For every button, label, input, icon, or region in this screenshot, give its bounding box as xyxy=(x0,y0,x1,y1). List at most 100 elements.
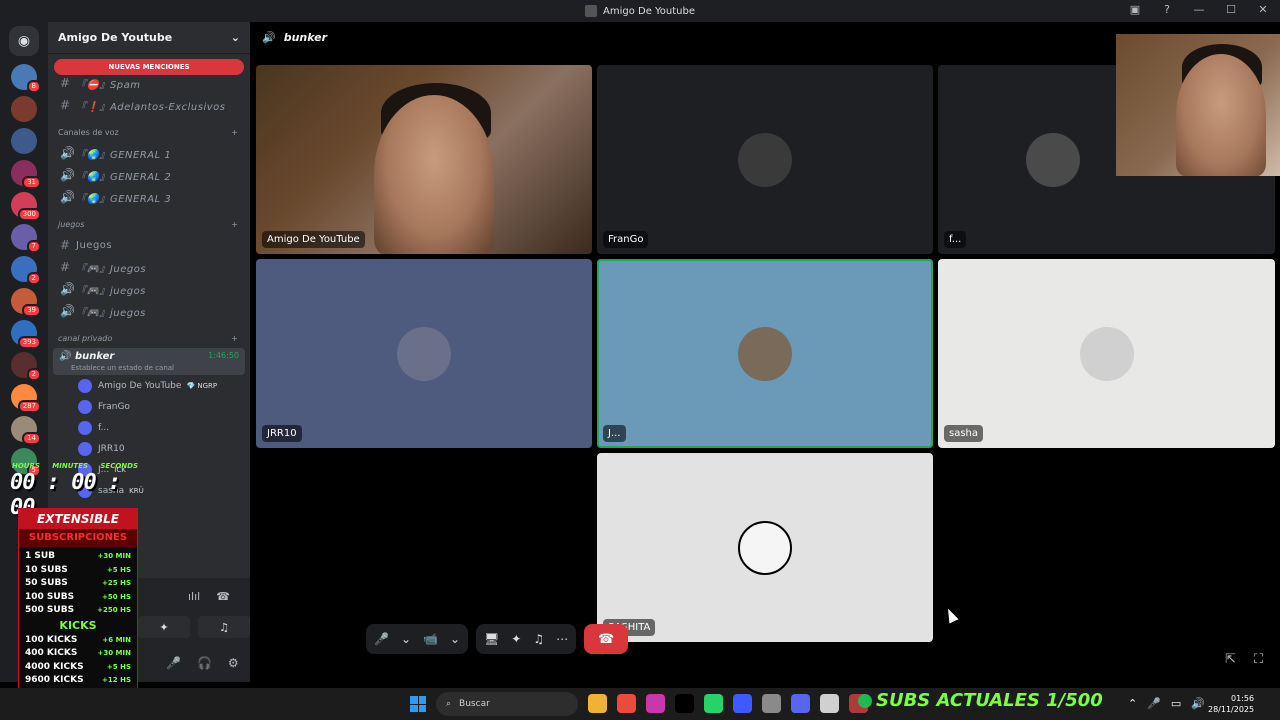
voice-channel-juegos-1[interactable]: 🔊 『🎮』juegos xyxy=(48,278,250,300)
channel-juegos[interactable]: # Juegos xyxy=(48,234,250,256)
hash-icon: # xyxy=(60,98,71,112)
soundboard-button[interactable]: ♫ xyxy=(198,616,250,638)
chevron-down-icon[interactable]: ⌄ xyxy=(450,632,460,646)
server-icon[interactable]: 8 xyxy=(11,64,41,93)
server-icon[interactable]: 287 xyxy=(11,384,41,413)
server-icon[interactable]: 7 xyxy=(11,224,41,253)
server-icon[interactable]: 393 xyxy=(11,320,41,349)
speaker-icon: 🔊 xyxy=(60,168,76,182)
server-icon[interactable]: 14 xyxy=(11,416,41,445)
server-icon[interactable]: 39 xyxy=(11,288,41,317)
spotify-icon[interactable] xyxy=(858,693,872,708)
inbox-icon[interactable]: ▣ xyxy=(1128,3,1142,16)
close-button[interactable]: ✕ xyxy=(1256,3,1270,16)
participant-tile-frango[interactable]: FranGo xyxy=(597,65,933,254)
plus-icon[interactable]: + xyxy=(231,128,238,137)
channel-juegos-2[interactable]: # 『🎮』Juegos xyxy=(48,256,250,278)
server-icon[interactable]: 31 xyxy=(11,160,41,189)
windows-start-icon[interactable] xyxy=(410,696,426,712)
server-icon[interactable]: 300 xyxy=(11,192,41,221)
plus-icon[interactable]: + xyxy=(231,220,238,229)
taskbar-app-icon[interactable] xyxy=(791,694,810,713)
maximize-button[interactable]: ☐ xyxy=(1224,3,1238,16)
chevron-down-icon[interactable]: ⌄ xyxy=(401,632,411,646)
mic-icon[interactable]: 🎤 xyxy=(1147,697,1161,710)
fullscreen-icon[interactable]: ⛶ xyxy=(1254,652,1263,667)
taskbar-app-icon[interactable] xyxy=(675,694,694,713)
voice-channel-bunker[interactable]: 🔊 bunker 1:46:50 Establece un estado de … xyxy=(53,348,245,375)
category-label: juegos xyxy=(58,219,85,229)
server-icon[interactable]: 2 xyxy=(11,352,41,381)
camera-toggle-icon[interactable]: 📹 xyxy=(423,632,438,646)
leave-call-button[interactable]: ☎ xyxy=(584,624,629,654)
kick-tier-label: 100 KICKS xyxy=(25,634,78,645)
plus-icon[interactable]: + xyxy=(231,334,238,343)
channel-adelantos[interactable]: # 『❗』Adelantos-Exclusivos xyxy=(48,94,250,116)
taskbar-clock[interactable]: 01:56 28/11/2025 xyxy=(1208,693,1254,715)
voice-member[interactable]: f... xyxy=(48,417,250,438)
minimize-button[interactable]: — xyxy=(1192,3,1206,16)
help-icon[interactable]: ? xyxy=(1160,3,1174,16)
network-icon[interactable]: ▭ xyxy=(1171,697,1181,710)
mic-toggle-icon[interactable]: 🎤 xyxy=(374,632,389,646)
taskbar-app-icon[interactable] xyxy=(820,694,839,713)
popout-icon[interactable]: ⇱ xyxy=(1225,652,1236,667)
sub-tier-value: +30 MIN xyxy=(97,552,131,560)
server-icon[interactable] xyxy=(11,96,37,122)
member-name: Amigo De YouTube xyxy=(98,380,182,391)
screen-share-icon[interactable]: 🖥 xyxy=(484,632,499,646)
timer-label-minutes: MINUTES xyxy=(52,462,89,470)
channel-spam[interactable]: # 『⛔』Spam xyxy=(48,72,250,94)
activity-button[interactable]: ✦ xyxy=(138,616,190,638)
activity-icon[interactable]: ✦ xyxy=(511,632,521,646)
participant-tile-jrr10[interactable]: JRR10 xyxy=(256,259,592,448)
voice-channel-general-3[interactable]: 🔊 『🌏』GENERAL 3 xyxy=(48,186,250,208)
self-camera-preview[interactable] xyxy=(1116,34,1280,176)
server-icon[interactable]: 2 xyxy=(11,256,41,285)
taskbar-search[interactable]: ⌕ Buscar xyxy=(436,692,578,716)
more-options-icon[interactable]: ⋯ xyxy=(556,632,568,646)
subs-text: SUBS ACTUALES 1/500 xyxy=(876,690,1103,711)
participant-tile-j[interactable]: J... xyxy=(597,259,933,448)
discord-home-icon[interactable]: ◉ xyxy=(9,26,39,56)
participant-name: sasha xyxy=(944,425,984,442)
participant-avatar xyxy=(738,326,792,381)
voice-channel-juegos-2[interactable]: 🔊 『🎮』juegos xyxy=(48,300,250,322)
timer-label-hours: HOURS xyxy=(12,462,40,470)
soundboard-icon[interactable]: ♫ xyxy=(533,632,544,646)
kick-tier-row: 4000 KICKS +5 HS xyxy=(19,661,137,675)
taskbar-app-icon[interactable] xyxy=(762,694,781,713)
taskbar-app-icon[interactable] xyxy=(704,694,723,713)
taskbar-app-icon[interactable] xyxy=(646,694,665,713)
settings-gear-icon[interactable]: ⚙ xyxy=(228,656,239,670)
voice-channel-general-2[interactable]: 🔊 『🌏』GENERAL 2 xyxy=(48,164,250,186)
taskbar-app-icon[interactable] xyxy=(733,694,752,713)
voice-signal-icon[interactable]: ılıl xyxy=(188,590,200,603)
category-private[interactable]: canal privado + xyxy=(48,328,250,348)
headphones-icon[interactable]: 🎧 xyxy=(197,656,212,670)
participant-tile-camera[interactable]: Amigo De YouTube xyxy=(256,65,592,254)
sub-tier-value: +25 HS xyxy=(102,579,131,587)
sub-tier-value: +50 HS xyxy=(102,592,131,601)
taskbar-app-icon[interactable] xyxy=(617,694,636,713)
category-games[interactable]: juegos + xyxy=(48,214,250,234)
server-icon[interactable] xyxy=(11,128,37,154)
voice-member[interactable]: JRR10 xyxy=(48,438,250,459)
voice-member[interactable]: Amigo De YouTube 💎 NGRP xyxy=(48,375,250,396)
server-header[interactable]: Amigo De Youtube ⌄ xyxy=(48,22,250,54)
mic-icon[interactable]: 🎤 xyxy=(166,656,181,670)
disconnect-icon[interactable]: ☎ xyxy=(216,590,230,603)
participant-tile-sasha[interactable]: sasha xyxy=(938,259,1275,448)
voice-channel-general-1[interactable]: 🔊 『🌏』GENERAL 1 xyxy=(48,142,250,164)
participant-tile-sashita[interactable]: SASHITA xyxy=(597,453,933,642)
volume-icon[interactable]: 🔊 xyxy=(1191,697,1205,710)
channel-label: Juegos xyxy=(76,239,113,251)
voice-member[interactable]: FranGo xyxy=(48,396,250,417)
channel-status-input[interactable]: Establece un estado de canal xyxy=(59,364,239,372)
new-mentions-pill[interactable]: NUEVAS MENCIONES xyxy=(54,59,244,75)
chevron-up-icon[interactable]: ⌃ xyxy=(1128,697,1137,710)
category-voice[interactable]: Canales de voz + xyxy=(48,122,250,142)
taskbar-app-icon[interactable] xyxy=(588,694,607,713)
avatar xyxy=(78,399,92,414)
mention-badge: 287 xyxy=(17,400,41,413)
